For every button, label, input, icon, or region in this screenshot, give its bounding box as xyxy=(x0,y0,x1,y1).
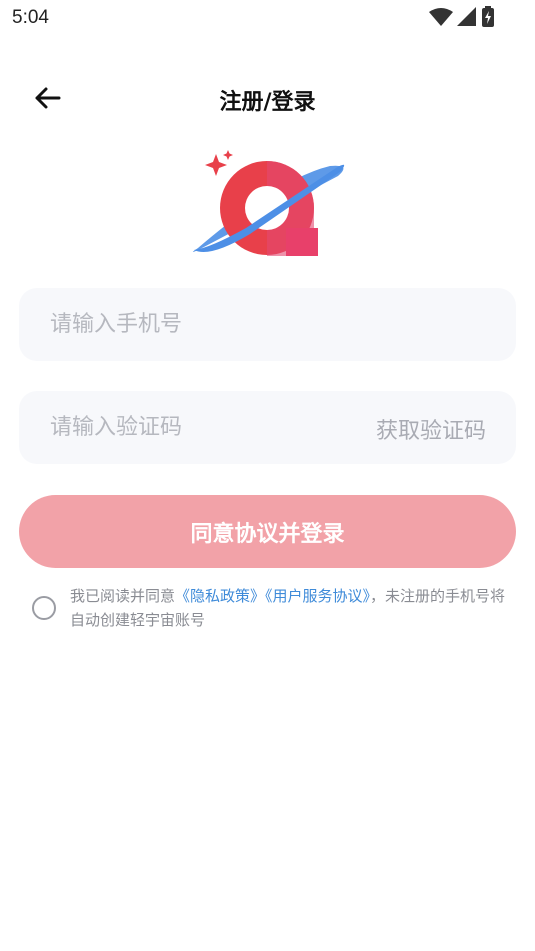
phone-input[interactable] xyxy=(19,288,516,361)
login-screen: 5:04 注册/登录 请输入手机号 请输入验证码 获取验证码 同意协议并登录 我… xyxy=(0,0,535,951)
wifi-icon xyxy=(429,8,453,26)
agreement-prefix: 我已阅读并同意 xyxy=(70,587,176,605)
battery-icon xyxy=(482,6,494,27)
status-bar: 5:04 xyxy=(0,0,535,38)
get-code-button[interactable]: 获取验证码 xyxy=(376,413,486,445)
header: 注册/登录 xyxy=(0,70,535,126)
agreement-checkbox[interactable] xyxy=(32,596,56,620)
status-time: 5:04 xyxy=(12,7,49,28)
app-logo xyxy=(192,150,345,256)
status-icons xyxy=(429,6,495,28)
page-title: 注册/登录 xyxy=(219,90,316,115)
phone-field xyxy=(19,288,516,361)
agreement-text: 我已阅读并同意《隐私政策》《用户服务协议》，未注册的手机号将自动创建轻宇宙账号 xyxy=(70,584,510,632)
signal-icon xyxy=(457,7,476,26)
agree-and-login-button[interactable]: 同意协议并登录 xyxy=(19,495,516,568)
verification-code-input[interactable] xyxy=(19,391,349,464)
user-agreement-link[interactable]: 《用户服务协议》 xyxy=(265,587,370,605)
code-field: 获取验证码 xyxy=(19,391,516,464)
privacy-policy-link[interactable]: 《隐私政策》 xyxy=(175,587,265,605)
